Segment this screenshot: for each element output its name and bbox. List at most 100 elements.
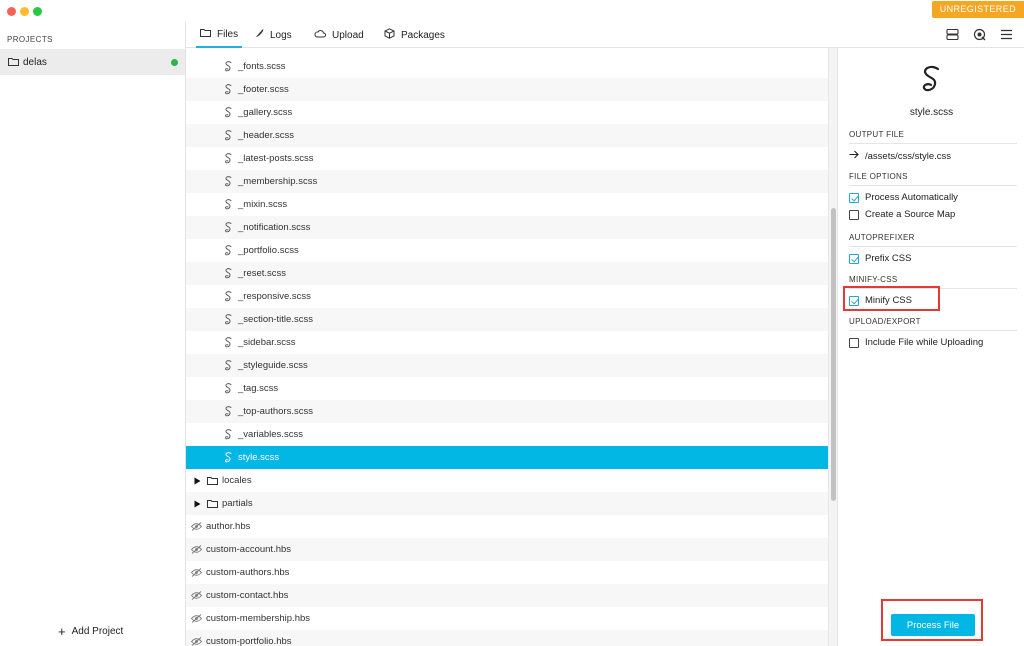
package-icon bbox=[384, 28, 395, 42]
tab-packages[interactable]: Packages bbox=[384, 22, 445, 48]
tab-logs[interactable]: Logs bbox=[254, 22, 292, 48]
file-row[interactable]: _notification.scss bbox=[186, 216, 828, 239]
file-row[interactable]: custom-membership.hbs bbox=[186, 607, 828, 630]
file-name: _header.scss bbox=[238, 130, 294, 141]
file-name: _gallery.scss bbox=[238, 107, 293, 118]
file-row[interactable]: _membership.scss bbox=[186, 170, 828, 193]
menu-icon[interactable] bbox=[999, 27, 1014, 42]
file-name: style.scss bbox=[238, 452, 280, 463]
file-row[interactable]: _footer.scss bbox=[186, 78, 828, 101]
minimize-window-button[interactable] bbox=[20, 7, 29, 16]
file-name: _reset.scss bbox=[238, 268, 287, 279]
disclosure-triangle-icon[interactable] bbox=[192, 498, 203, 509]
project-item-delas[interactable]: delas bbox=[0, 49, 185, 75]
process-automatically-checkbox[interactable] bbox=[849, 192, 859, 203]
sass-file-icon bbox=[223, 406, 234, 417]
file-row[interactable]: style.scss bbox=[186, 446, 828, 469]
file-name: _responsive.scss bbox=[238, 291, 311, 302]
file-row[interactable]: _top-authors.scss bbox=[186, 400, 828, 423]
folder-row[interactable]: locales bbox=[186, 469, 828, 492]
sass-file-icon bbox=[223, 199, 234, 210]
file-row[interactable]: _portfolio.scss bbox=[186, 239, 828, 262]
file-row[interactable]: _reset.scss bbox=[186, 262, 828, 285]
refresh-target-icon[interactable] bbox=[972, 27, 987, 42]
add-project-label: Add Project bbox=[71, 626, 124, 637]
folder-icon bbox=[207, 475, 218, 486]
process-file-button[interactable]: Process File bbox=[891, 614, 975, 636]
file-name: _variables.scss bbox=[238, 429, 303, 440]
file-row[interactable]: _variables.scss bbox=[186, 423, 828, 446]
sass-logo-icon bbox=[919, 65, 945, 98]
prefix-css-checkbox[interactable] bbox=[849, 253, 859, 264]
plus-icon: + bbox=[58, 623, 66, 639]
hidden-eye-icon bbox=[191, 567, 202, 578]
include-upload-checkbox[interactable] bbox=[849, 337, 859, 348]
upload-export-section: UPLOAD/EXPORT Include File while Uploadi… bbox=[849, 317, 1017, 348]
process-automatically-option[interactable]: Process Automatically bbox=[849, 192, 1017, 203]
file-row[interactable]: custom-authors.hbs bbox=[186, 561, 828, 584]
file-name: _latest-posts.scss bbox=[238, 153, 314, 164]
sass-file-icon bbox=[223, 337, 234, 348]
sass-file-icon bbox=[223, 383, 234, 394]
file-name: _fonts.scss bbox=[238, 61, 286, 72]
sass-file-icon bbox=[223, 107, 234, 118]
add-project-button[interactable]: + Add Project bbox=[58, 623, 124, 639]
file-row[interactable]: custom-account.hbs bbox=[186, 538, 828, 561]
source-map-checkbox[interactable] bbox=[849, 209, 859, 220]
file-name: partials bbox=[222, 498, 253, 509]
file-row[interactable]: _section-title.scss bbox=[186, 308, 828, 331]
folder-row[interactable]: partials bbox=[186, 492, 828, 515]
folder-icon bbox=[8, 57, 19, 69]
file-list-scrollbar[interactable] bbox=[828, 48, 838, 646]
arrow-right-icon bbox=[849, 150, 859, 162]
disclosure-triangle-icon[interactable] bbox=[192, 475, 203, 486]
file-name: custom-contact.hbs bbox=[206, 590, 289, 601]
sass-file-icon bbox=[223, 130, 234, 141]
source-map-option[interactable]: Create a Source Map bbox=[849, 209, 1017, 220]
file-row[interactable]: _styleguide.scss bbox=[186, 354, 828, 377]
sass-file-icon bbox=[223, 314, 234, 325]
file-row[interactable]: custom-portfolio.hbs bbox=[186, 630, 828, 646]
file-name: author.hbs bbox=[206, 521, 251, 532]
sass-file-icon bbox=[223, 61, 234, 72]
file-row[interactable]: _tag.scss bbox=[186, 377, 828, 400]
file-name: _portfolio.scss bbox=[238, 245, 299, 256]
file-row[interactable]: _fonts.scss bbox=[186, 55, 828, 78]
source-map-label: Create a Source Map bbox=[865, 209, 956, 220]
file-row[interactable]: _sidebar.scss bbox=[186, 331, 828, 354]
file-name: _section-title.scss bbox=[238, 314, 313, 325]
hidden-eye-icon bbox=[191, 636, 202, 646]
cloud-icon bbox=[314, 29, 326, 41]
file-name: _top-authors.scss bbox=[238, 406, 313, 417]
autoprefixer-section: AUTOPREFIXER Prefix CSS bbox=[849, 233, 1017, 264]
sass-file-icon bbox=[223, 291, 234, 302]
autoprefixer-title: AUTOPREFIXER bbox=[849, 233, 1017, 247]
zoom-window-button[interactable] bbox=[33, 7, 42, 16]
hidden-eye-icon bbox=[191, 590, 202, 601]
file-name: _membership.scss bbox=[238, 176, 318, 187]
scrollbar-thumb[interactable] bbox=[831, 208, 836, 501]
tab-files[interactable]: Files bbox=[196, 22, 243, 48]
output-path-row[interactable]: /assets/css/style.css bbox=[849, 150, 1017, 162]
tab-packages-label: Packages bbox=[401, 29, 445, 41]
unregistered-badge[interactable]: UNREGISTERED bbox=[931, 1, 1024, 18]
include-upload-option[interactable]: Include File while Uploading bbox=[849, 337, 1017, 348]
file-row[interactable]: _responsive.scss bbox=[186, 285, 828, 308]
server-icon[interactable] bbox=[945, 27, 960, 42]
include-upload-label: Include File while Uploading bbox=[865, 337, 984, 348]
tab-upload[interactable]: Upload bbox=[314, 22, 364, 48]
output-file-section: OUTPUT FILE /assets/css/style.css bbox=[849, 130, 1017, 162]
file-row[interactable]: _mixin.scss bbox=[186, 193, 828, 216]
sass-file-icon bbox=[223, 245, 234, 256]
file-row[interactable]: _header.scss bbox=[186, 124, 828, 147]
process-automatically-label: Process Automatically bbox=[865, 192, 958, 203]
file-row[interactable]: custom-contact.hbs bbox=[186, 584, 828, 607]
sass-file-icon bbox=[223, 176, 234, 187]
file-row[interactable]: author.hbs bbox=[186, 515, 828, 538]
file-row[interactable]: _gallery.scss bbox=[186, 101, 828, 124]
file-row[interactable]: _latest-posts.scss bbox=[186, 147, 828, 170]
file-name: _tag.scss bbox=[238, 383, 279, 394]
prefix-css-option[interactable]: Prefix CSS bbox=[849, 253, 1017, 264]
close-window-button[interactable] bbox=[7, 7, 16, 16]
sass-file-icon bbox=[223, 84, 234, 95]
